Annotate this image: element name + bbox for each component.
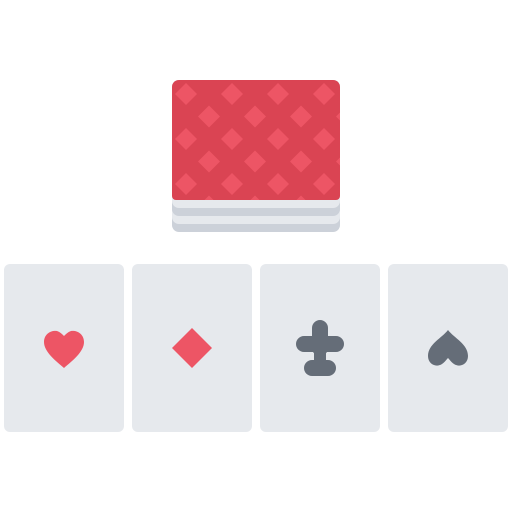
deck-pattern-diamond [221, 83, 243, 105]
deck-pattern-diamond [313, 83, 335, 105]
club-icon [296, 320, 344, 376]
card-suits-illustration [0, 0, 512, 512]
deck-pattern-diamond [296, 195, 306, 200]
deck-back-pattern [175, 83, 340, 200]
clubs-card [260, 264, 380, 432]
deck-pattern-diamond [336, 112, 340, 121]
deck-pattern-diamond [204, 195, 214, 200]
diamonds-card [132, 264, 252, 432]
diamond-icon [172, 328, 212, 368]
deck-pattern-diamond [198, 105, 220, 128]
deck-pattern-diamond [313, 173, 335, 195]
deck-pattern-diamond [175, 83, 197, 105]
deck-pattern-diamond [221, 128, 243, 150]
spade-icon [428, 330, 468, 366]
deck-pattern-diamond [336, 157, 340, 166]
deck-pattern-diamond [244, 150, 266, 173]
deck-pattern-diamond [313, 128, 335, 150]
deck-pattern-diamond [267, 83, 289, 105]
heart-icon [44, 330, 84, 368]
deck-pattern-diamond [175, 128, 197, 150]
card-deck [172, 80, 340, 232]
deck-pattern-diamond [250, 195, 260, 200]
deck-pattern-diamond [267, 128, 289, 150]
hearts-card [4, 264, 124, 432]
deck-pattern-diamond [198, 150, 220, 173]
deck-pattern-diamond [290, 105, 312, 128]
deck-pattern-diamond [175, 173, 197, 195]
card-deck-icon [172, 80, 340, 200]
deck-pattern-diamond [290, 150, 312, 173]
deck-pattern-diamond [244, 105, 266, 128]
spades-card [388, 264, 508, 432]
deck-pattern-diamond [267, 173, 289, 195]
deck-pattern-diamond [221, 173, 243, 195]
